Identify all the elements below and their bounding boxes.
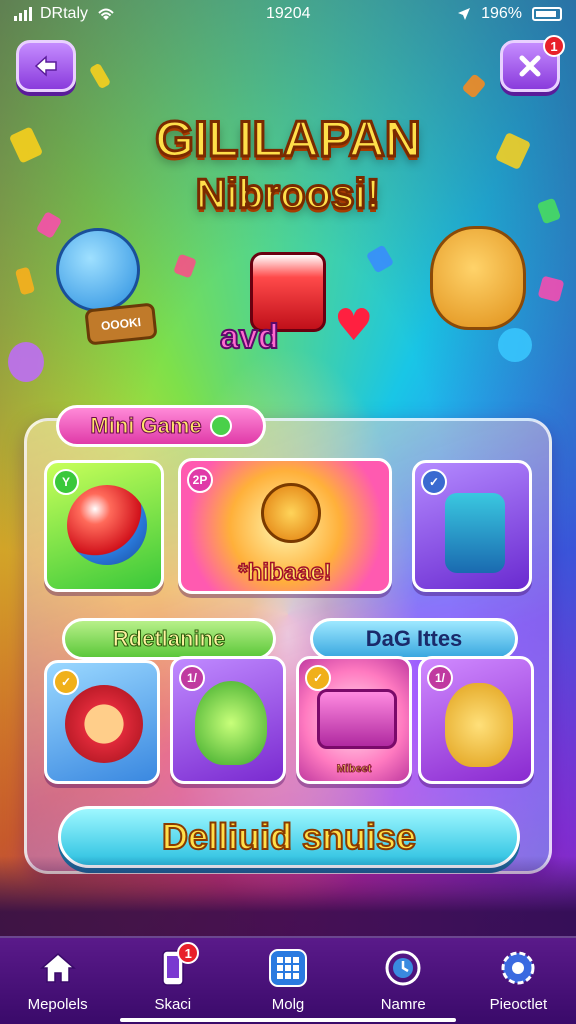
game-card-dino[interactable]: 1/ — [170, 656, 286, 784]
left-section-header[interactable]: Rdetlanine — [62, 618, 276, 660]
nav-label: Molg — [271, 996, 305, 1013]
game-card-robot[interactable]: ✓ — [412, 460, 532, 592]
mini-game-header[interactable]: Mini Game — [56, 405, 266, 447]
creature-icon — [261, 483, 321, 543]
robot-icon — [445, 493, 505, 573]
chest-caption: Mibeet — [336, 763, 372, 776]
battery-percent: 196% — [481, 5, 522, 22]
treasure-chest-icon — [317, 689, 397, 749]
status-left: DRtaly — [14, 5, 116, 23]
card-badge: 1/ — [179, 665, 205, 691]
heart-check-icon — [209, 415, 232, 437]
featured-caption: *hibaae! — [238, 558, 333, 587]
lion-icon — [65, 685, 143, 763]
card-badge: 1/ — [427, 665, 453, 691]
game-card-ball[interactable]: Y — [44, 460, 164, 592]
game-card-featured[interactable]: 2P *hibaae! — [178, 458, 392, 594]
tree-silhouette — [0, 856, 576, 936]
close-button[interactable]: 1 — [500, 35, 565, 92]
nav-item-namre[interactable]: Namre — [346, 938, 461, 1024]
home-icon — [38, 948, 78, 988]
game-card-chest[interactable]: ✓ Mibeet — [296, 656, 412, 784]
close-icon — [519, 55, 541, 77]
nav-item-molg[interactable]: Molg — [230, 938, 345, 1024]
card-badge: Y — [53, 469, 79, 495]
nav-item-settings[interactable]: Pieoctlet — [461, 938, 576, 1024]
signal-icon — [14, 7, 32, 21]
heart-icon: ♥ — [334, 300, 374, 351]
location-icon — [458, 8, 471, 20]
carrier-label: DRtaly — [40, 5, 89, 22]
game-card-bunny[interactable]: 1/ — [418, 656, 534, 784]
clock-icon — [383, 948, 423, 988]
right-section-header[interactable]: DaG Ittes — [310, 618, 518, 660]
card-badge: 2P — [187, 467, 213, 493]
card-badge: ✓ — [305, 665, 331, 691]
mascot-sign: OOOKI — [84, 302, 158, 346]
home-indicator[interactable] — [120, 1018, 456, 1022]
mini-game-label: Mini Game — [90, 413, 202, 439]
bottom-nav: Mepolels 1 Skaci Molg Namre Pieoctlet — [0, 936, 576, 1024]
nav-label: Skaci — [154, 996, 192, 1013]
grid-icon — [268, 948, 308, 988]
card-badge: ✓ — [421, 469, 447, 495]
status-right: 196% — [457, 5, 562, 23]
title-line-2: Nibroosi! — [194, 169, 381, 219]
right-section-label: DaG Ittes — [365, 626, 463, 651]
nav-item-home[interactable]: Mepolels — [0, 938, 115, 1024]
gear-icon — [498, 948, 538, 988]
notification-badge: 1 — [543, 35, 565, 57]
confetti — [498, 328, 532, 362]
ball-icon — [67, 485, 147, 565]
nav-item-skaci[interactable]: 1 Skaci — [115, 938, 230, 1024]
bunny-icon — [445, 683, 513, 767]
nav-label: Pieoctlet — [489, 996, 548, 1013]
confetti — [8, 342, 44, 382]
title-line-1: GILILAPAN — [154, 110, 423, 169]
hero-logo-text: avd — [219, 317, 280, 357]
nav-badge: 1 — [177, 942, 200, 964]
status-time: 19204 — [266, 5, 311, 22]
card-badge: ✓ — [53, 669, 79, 695]
nav-label: Mepolels — [27, 996, 88, 1013]
blue-creature-mascot — [56, 228, 140, 312]
nav-label: Namre — [380, 996, 426, 1013]
dog-mascot — [430, 226, 526, 330]
back-button[interactable] — [16, 40, 76, 92]
left-section-label: Rdetlanine — [112, 626, 226, 652]
battery-icon — [532, 7, 562, 21]
dino-icon — [195, 681, 267, 765]
game-card-lion[interactable]: ✓ — [44, 660, 160, 784]
wifi-icon — [98, 8, 114, 20]
back-arrow-icon — [34, 55, 57, 77]
status-bar: DRtaly 19204 196% — [0, 0, 576, 28]
